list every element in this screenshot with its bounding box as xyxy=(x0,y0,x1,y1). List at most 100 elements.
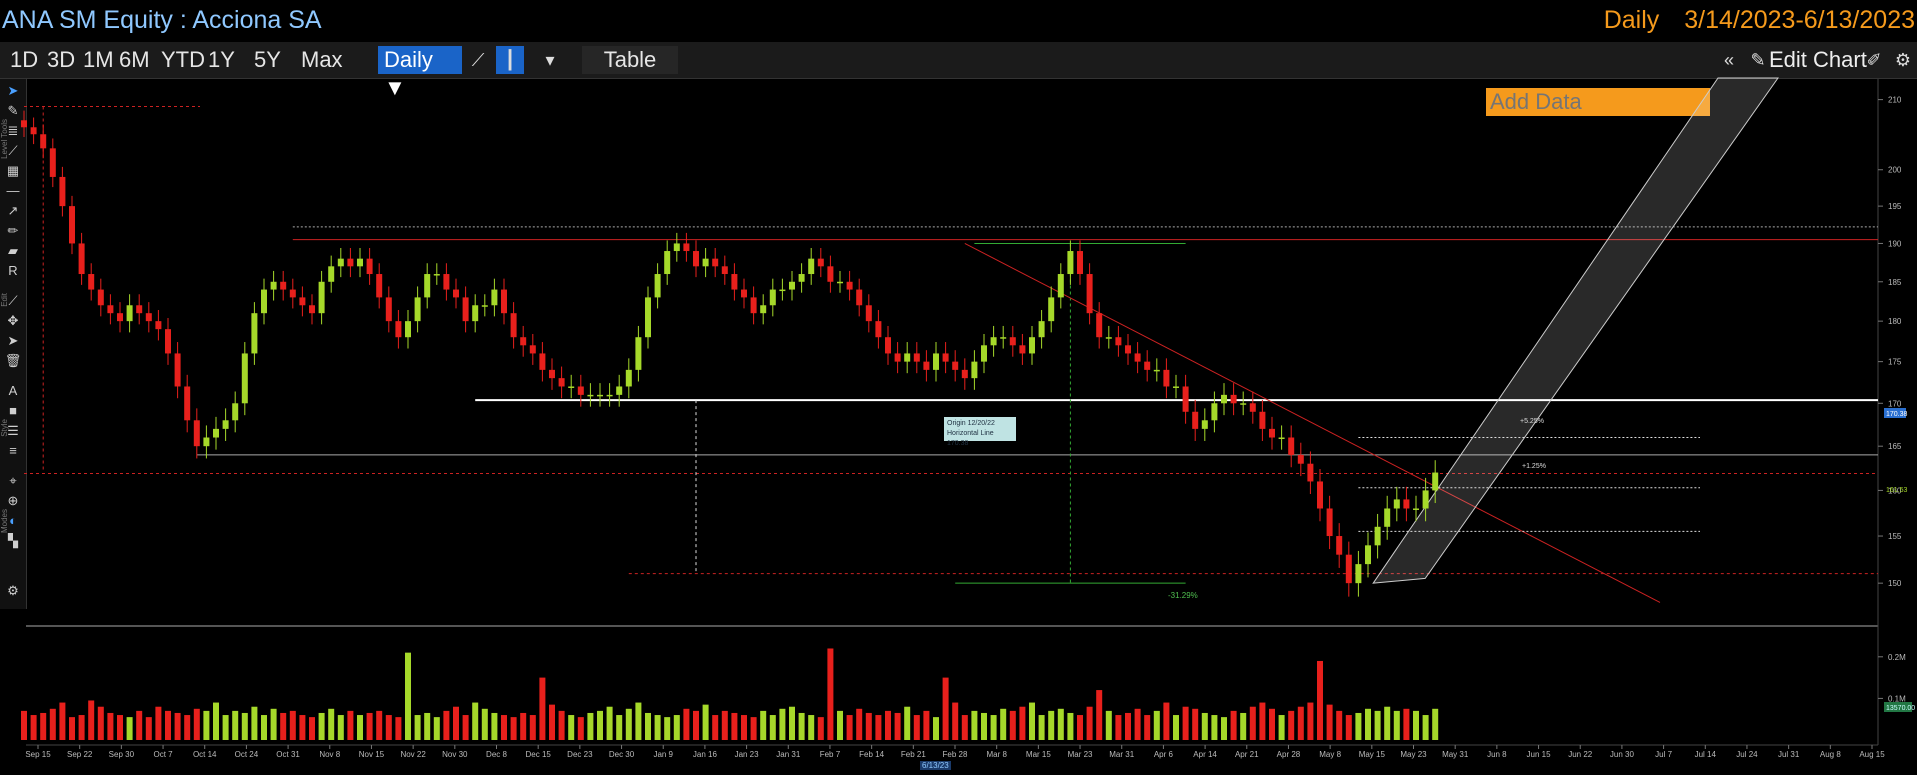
collapse-icon[interactable]: « xyxy=(1715,46,1743,74)
select-icon[interactable]: ➤ xyxy=(4,333,22,349)
candle-body xyxy=(1355,564,1362,584)
interval-dropdown[interactable]: Daily ▼ xyxy=(378,46,462,100)
volume-bar xyxy=(1249,706,1256,740)
volume-bar xyxy=(261,715,267,740)
add-data-input[interactable] xyxy=(1486,88,1710,116)
date-tick-label: Jan 23 xyxy=(735,750,760,759)
channel-icon[interactable]: ▦ xyxy=(4,163,22,179)
candle-body xyxy=(597,394,603,397)
candle-body xyxy=(501,289,507,314)
volume-bar xyxy=(462,715,469,740)
candle-body xyxy=(1192,411,1199,429)
volume-bar xyxy=(299,715,306,740)
chart-settings-icon[interactable]: ✐ xyxy=(1860,46,1888,74)
date-tick-label: Feb 14 xyxy=(859,750,884,759)
volume-bar xyxy=(232,710,239,740)
volume-bar xyxy=(1125,712,1131,740)
volume-bar xyxy=(1384,706,1391,740)
volume-bar xyxy=(1365,708,1371,740)
candlestick-icon[interactable]: ┃ xyxy=(496,46,524,74)
text-tool-icon[interactable]: R xyxy=(4,263,22,279)
date-range-label[interactable]: 3/14/2023-6/13/2023 xyxy=(1684,6,1915,34)
candle-body xyxy=(328,266,335,282)
frequency-label: Daily xyxy=(1603,6,1660,34)
chevron-down-icon[interactable]: ▾ xyxy=(536,46,564,74)
price-chart[interactable]: 150 155 160 165 170 175 180 185 190 195 200 210 0.2… xyxy=(0,0,1917,775)
edit-chart-button[interactable]: Edit Chart xyxy=(1769,46,1867,74)
period-1y-button[interactable]: 1Y xyxy=(202,46,241,74)
candle-body xyxy=(184,386,191,421)
period-5y-button[interactable]: 5Y xyxy=(248,46,287,74)
period-max-button[interactable]: Max xyxy=(295,46,349,74)
period-3d-button[interactable]: 3D xyxy=(41,46,81,74)
candle-body xyxy=(1105,337,1112,339)
volume-bar xyxy=(1307,702,1314,740)
candle-body xyxy=(1403,499,1410,509)
line-chart-icon[interactable]: ⟋ xyxy=(464,46,492,74)
volume-layer xyxy=(21,648,1439,740)
date-tick-label: Mar 31 xyxy=(1109,750,1134,759)
hline-icon[interactable]: — xyxy=(4,183,22,199)
sidebar-gear-icon[interactable]: ⚙ xyxy=(4,583,22,599)
font-style-icon[interactable]: A xyxy=(4,383,22,399)
volume-bar xyxy=(769,715,776,740)
candle-body xyxy=(1269,428,1275,438)
candle-body xyxy=(1336,536,1343,555)
candle-body xyxy=(1173,386,1179,388)
fill-color-icon[interactable]: ■ xyxy=(4,403,22,419)
candle-body xyxy=(107,305,114,314)
volume-bar xyxy=(1317,660,1323,740)
date-tick-label: Jan 9 xyxy=(653,750,673,759)
pointer-icon[interactable]: ➤ xyxy=(4,83,22,99)
volume-bar xyxy=(1029,702,1035,740)
volume-bar xyxy=(97,706,104,740)
candle-body xyxy=(808,258,815,275)
volume-bar xyxy=(837,710,843,740)
pencil-tool-icon[interactable]: ✎ xyxy=(4,103,22,119)
volume-bar xyxy=(635,702,642,740)
snap-mode-icon[interactable]: ⊕ xyxy=(4,493,22,509)
band-icon[interactable]: ▰ xyxy=(4,243,22,259)
move-icon[interactable]: ✥ xyxy=(4,313,22,329)
brush-icon[interactable]: ✏ xyxy=(4,223,22,239)
volume-bar xyxy=(1413,710,1419,740)
volume-bar xyxy=(309,717,315,740)
period-6m-button[interactable]: 6M xyxy=(113,46,156,74)
date-tick-label: Dec 23 xyxy=(567,750,593,759)
candle-body xyxy=(1413,508,1419,510)
volume-bar xyxy=(251,706,258,740)
volume-bar xyxy=(241,712,248,740)
hline-price-tag-bg xyxy=(1884,408,1906,418)
candle-body xyxy=(568,386,575,388)
volume-bar xyxy=(721,710,728,740)
volume-bar xyxy=(136,710,143,740)
volume-bar xyxy=(117,715,123,740)
volume-bar xyxy=(366,712,373,740)
colors-icon[interactable]: ▚ xyxy=(4,533,22,549)
pencil-icon[interactable]: ✎ xyxy=(1744,46,1772,74)
ray-icon[interactable]: ↗ xyxy=(4,203,22,219)
price-tick-label: 180 xyxy=(1888,317,1902,326)
pct-a-label: +5.25% xyxy=(1520,418,1544,425)
candle-body xyxy=(453,289,459,298)
candle-body xyxy=(789,281,795,290)
table-button[interactable]: Table xyxy=(582,46,678,74)
gear-icon[interactable]: ⚙ xyxy=(1889,46,1917,74)
trash-icon[interactable]: 🗑 xyxy=(4,353,22,369)
candle-body xyxy=(193,420,200,447)
volume-bar xyxy=(1259,702,1266,740)
period-1d-button[interactable]: 1D xyxy=(4,46,44,74)
candle-body xyxy=(1201,420,1208,429)
crosshair-mode-icon[interactable]: ⌖ xyxy=(4,473,22,489)
volume-bar xyxy=(1009,710,1016,740)
price-tick-label: 210 xyxy=(1888,96,1902,105)
volume-bar xyxy=(213,702,219,740)
line-width-icon[interactable]: ≡ xyxy=(4,443,22,459)
volume-bar xyxy=(933,717,939,740)
date-tick-label: Dec 15 xyxy=(526,750,552,759)
volume-bar xyxy=(107,712,114,740)
price-tick-label: 170 xyxy=(1888,399,1902,408)
candle-body xyxy=(1077,251,1083,275)
date-tick-label: Jul 24 xyxy=(1736,750,1758,759)
price-tick-label: 200 xyxy=(1888,166,1902,175)
